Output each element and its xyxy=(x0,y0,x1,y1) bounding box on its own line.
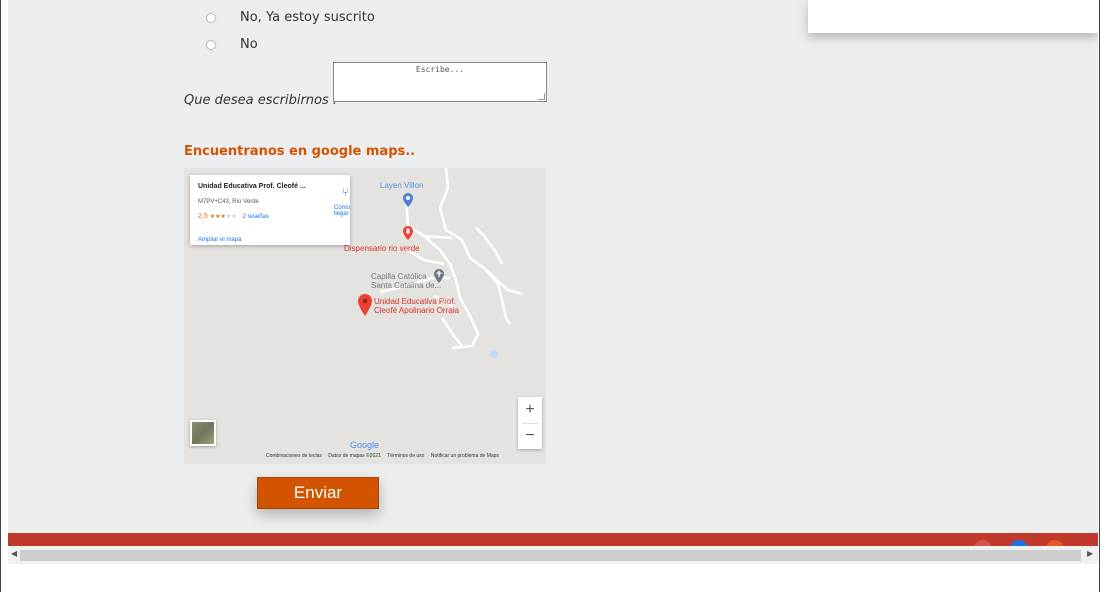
report-problem-link[interactable]: Notificar un problema de Maps xyxy=(431,453,499,459)
radio-icon[interactable] xyxy=(206,12,216,23)
radio-label: No, Ya estoy suscrito xyxy=(240,10,375,25)
google-logo: Google xyxy=(350,440,380,450)
radio-label: No xyxy=(240,37,258,52)
poi-chapel-line-2: Santa Catalina de... xyxy=(371,281,442,290)
stars-off: ★★ xyxy=(225,214,237,220)
zoom-out-button[interactable]: − xyxy=(518,423,542,449)
page-frame: No, Ya estoy suscrito No Que desea escri… xyxy=(8,0,1098,546)
resize-grip[interactable] xyxy=(538,93,545,100)
poi-school-label: Unidad Educativa Prof. Cleofé Apolinario… xyxy=(374,297,459,315)
poi-label: Layen Villon xyxy=(380,181,424,190)
place-card: Unidad Educativa Prof. Cleofé ... M7PV+C… xyxy=(190,175,350,245)
message-textarea[interactable]: Escribe... xyxy=(333,62,547,102)
place-address: M7PV+C43, Río Verde xyxy=(198,199,259,205)
zoom-control: + − xyxy=(518,397,542,449)
radio-option-subscribed[interactable]: No, Ya estoy suscrito xyxy=(206,10,375,25)
submit-button[interactable]: Enviar xyxy=(257,477,379,509)
message-label: Que desea escribirnos : xyxy=(184,93,338,108)
location-pin-icon xyxy=(403,193,413,207)
keyboard-shortcuts-link[interactable]: Combinaciones de teclas xyxy=(266,453,322,459)
map-pin-icon[interactable] xyxy=(358,294,372,316)
scroll-right-arrow[interactable]: ▶ xyxy=(1087,549,1093,558)
footer-bar xyxy=(8,533,1098,546)
terms-link[interactable]: Términos de uso xyxy=(387,453,424,459)
horizontal-scrollbar-thumb[interactable] xyxy=(20,550,1081,561)
rating-stars: ★★★★★ xyxy=(210,214,237,220)
reviews-link[interactable]: 2 reseñas xyxy=(243,214,269,220)
poi-chapel-label: Capilla Católica Santa Catalina de... xyxy=(371,272,441,290)
poi-school-line-1: Unidad Educativa Prof. xyxy=(374,297,456,306)
directions-link[interactable]: Cómo llegar xyxy=(334,205,350,217)
stars-on: ★★★ xyxy=(209,214,226,220)
poi-dispensary-label: Dispensario rio verde xyxy=(344,244,420,253)
right-border xyxy=(1099,0,1100,592)
satellite-toggle[interactable] xyxy=(190,420,216,446)
poi-school-line-2: Cleofé Apolinario Orrala xyxy=(374,306,459,315)
maps-heading: Encuentranos en google maps.. xyxy=(184,144,416,159)
map-data-label: Datos de mapas ©2021 xyxy=(328,453,381,459)
directions-icon[interactable]: ⑂ xyxy=(342,187,349,199)
radio-icon[interactable] xyxy=(206,39,216,50)
place-title: Unidad Educativa Prof. Cleofé ... xyxy=(198,183,306,190)
hospital-icon xyxy=(403,226,413,240)
message-placeholder: Escribe... xyxy=(415,65,465,74)
place-rating: 2,5 ★★★★★ 2 reseñas xyxy=(198,213,269,220)
poi-chapel-line-1: Capilla Católica xyxy=(371,272,427,281)
overlay-panel xyxy=(808,0,1098,33)
zoom-in-button[interactable]: + xyxy=(518,397,542,423)
embedded-map[interactable]: Layen Villon Dispensario rio verde Capil… xyxy=(184,168,546,464)
left-border xyxy=(0,0,1,592)
scroll-left-arrow[interactable]: ◀ xyxy=(11,549,17,558)
chapel-icon xyxy=(434,269,444,283)
map-footer: Combinaciones de teclas Datos de mapas ©… xyxy=(266,453,504,459)
radio-option-no[interactable]: No xyxy=(206,37,258,52)
expand-map-link[interactable]: Ampliar el mapa xyxy=(198,237,241,243)
rating-value: 2,5 xyxy=(198,213,208,220)
